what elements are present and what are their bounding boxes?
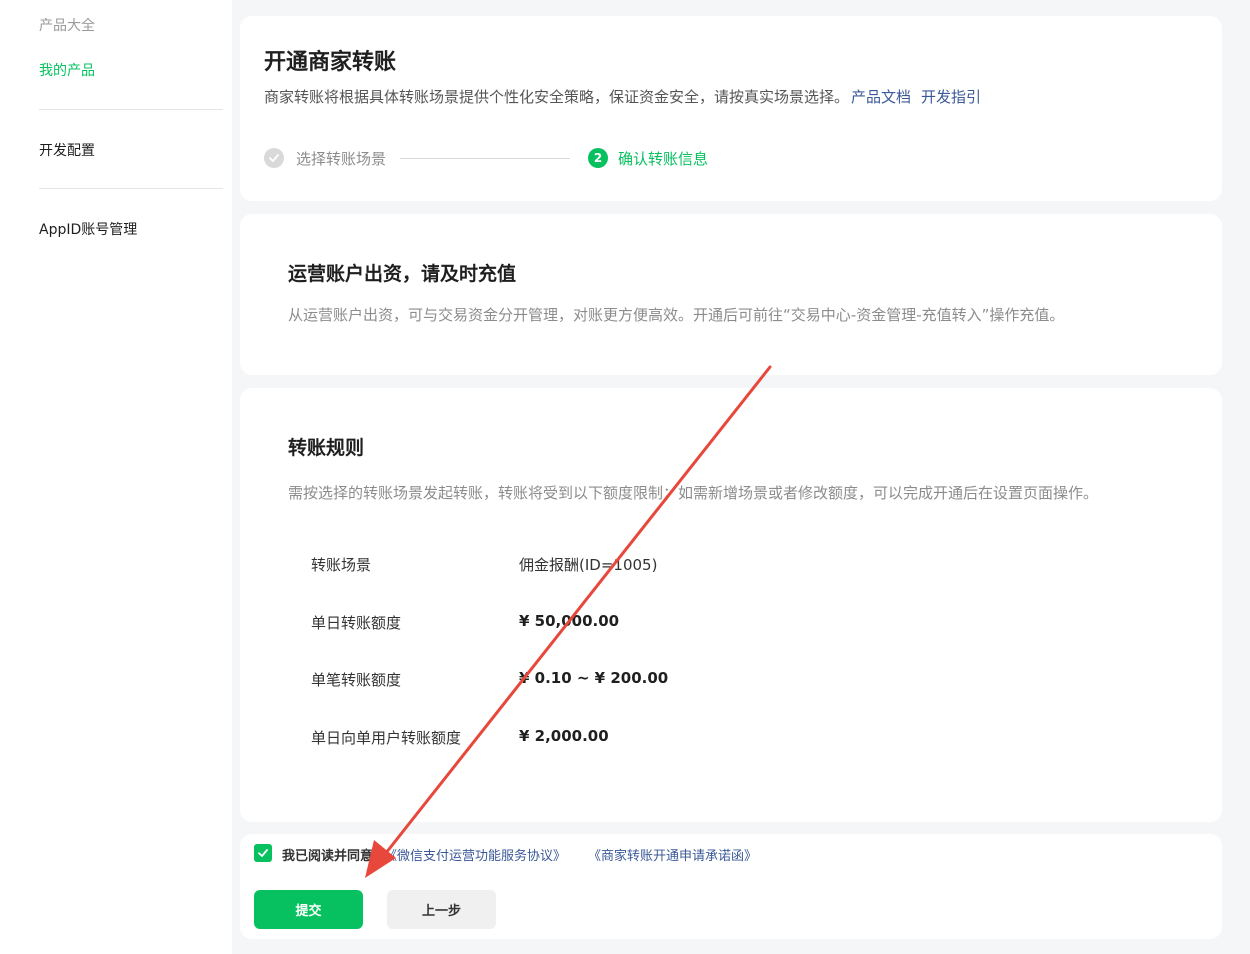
operating-account-card: 运营账户出资，请及时充值 从运营账户出资，可与交易资金分开管理，对账更方便高效。… bbox=[240, 214, 1222, 375]
previous-step-button[interactable]: 上一步 bbox=[387, 890, 496, 929]
rule-row-single-limit: 单笔转账额度 ¥ 0.10 ~ ¥ 200.00 bbox=[311, 669, 911, 693]
rule-value: ¥ 0.10 ~ ¥ 200.00 bbox=[519, 669, 669, 687]
sidebar: 产品大全 我的产品 开发配置 AppID账号管理 bbox=[0, 0, 232, 954]
sidebar-item-my-products[interactable]: 我的产品 bbox=[39, 60, 95, 80]
stepper: 选择转账场景 2 确认转账信息 bbox=[264, 146, 724, 170]
dev-guide-link[interactable]: 开发指引 bbox=[921, 88, 981, 106]
sidebar-item-dev-config[interactable]: 开发配置 bbox=[39, 140, 95, 160]
agree-text: 我已阅读并同意 bbox=[282, 849, 374, 864]
rule-value: ¥ 2,000.00 bbox=[519, 727, 609, 745]
rule-row-per-user-limit: 单日向单用户转账额度 ¥ 2,000.00 bbox=[311, 727, 911, 751]
sidebar-group-title: 产品大全 bbox=[39, 18, 95, 34]
rule-value: 佣金报酬(ID=1005) bbox=[519, 556, 658, 574]
page-description: 商家转账将根据具体转账场景提供个性化安全策略，保证资金安全，请按真实场景选择。产… bbox=[264, 86, 981, 107]
header-card: 开通商家转账 商家转账将根据具体转账场景提供个性化安全策略，保证资金安全，请按真… bbox=[240, 16, 1222, 201]
step-2-label: 确认转账信息 bbox=[618, 150, 709, 168]
sidebar-divider bbox=[39, 109, 223, 110]
commitment-letter-link[interactable]: 《商家转账开通申请承诺函》 bbox=[588, 845, 757, 864]
agree-checkbox[interactable] bbox=[254, 844, 272, 862]
sidebar-item-appid-management[interactable]: AppID账号管理 bbox=[39, 219, 137, 239]
rule-row-daily-limit: 单日转账额度 ¥ 50,000.00 bbox=[311, 612, 911, 636]
rule-label: 单日转账额度 bbox=[311, 614, 402, 632]
step-2-number-icon: 2 bbox=[588, 148, 608, 168]
submit-button[interactable]: 提交 bbox=[254, 890, 363, 929]
step-connector bbox=[400, 158, 570, 159]
operating-account-title: 运营账户出资，请及时充值 bbox=[288, 263, 517, 285]
rule-label: 单笔转账额度 bbox=[311, 671, 402, 689]
sidebar-divider bbox=[39, 188, 223, 189]
service-agreement-link[interactable]: 《微信支付运营功能服务协议》 bbox=[384, 845, 566, 864]
rule-value: ¥ 50,000.00 bbox=[519, 612, 620, 630]
footer-card: 我已阅读并同意 《微信支付运营功能服务协议》 《商家转账开通申请承诺函》 提交 … bbox=[240, 834, 1222, 939]
transfer-rules-description: 需按选择的转账场景发起转账，转账将受到以下额度限制；如需新增场景或者修改额度，可… bbox=[288, 484, 1099, 502]
page: 产品大全 我的产品 开发配置 AppID账号管理 开通商家转账 商家转账将根据具… bbox=[0, 0, 1250, 954]
page-description-text: 商家转账将根据具体转账场景提供个性化安全策略，保证资金安全，请按真实场景选择。 bbox=[264, 88, 850, 106]
step-done-check-icon bbox=[264, 148, 284, 168]
page-title: 开通商家转账 bbox=[264, 50, 397, 75]
rule-label: 转账场景 bbox=[311, 556, 372, 574]
transfer-rules-card: 转账规则 需按选择的转账场景发起转账，转账将受到以下额度限制；如需新增场景或者修… bbox=[240, 388, 1222, 822]
step-1-label: 选择转账场景 bbox=[296, 150, 387, 168]
operating-account-description: 从运营账户出资，可与交易资金分开管理，对账更方便高效。开通后可前往“交易中心-资… bbox=[288, 306, 1065, 324]
product-doc-link[interactable]: 产品文档 bbox=[851, 88, 911, 106]
rule-row-scene: 转账场景 佣金报酬(ID=1005) bbox=[311, 554, 911, 578]
rule-label: 单日向单用户转账额度 bbox=[311, 729, 462, 747]
check-icon bbox=[258, 849, 268, 857]
transfer-rules-title: 转账规则 bbox=[288, 437, 365, 459]
